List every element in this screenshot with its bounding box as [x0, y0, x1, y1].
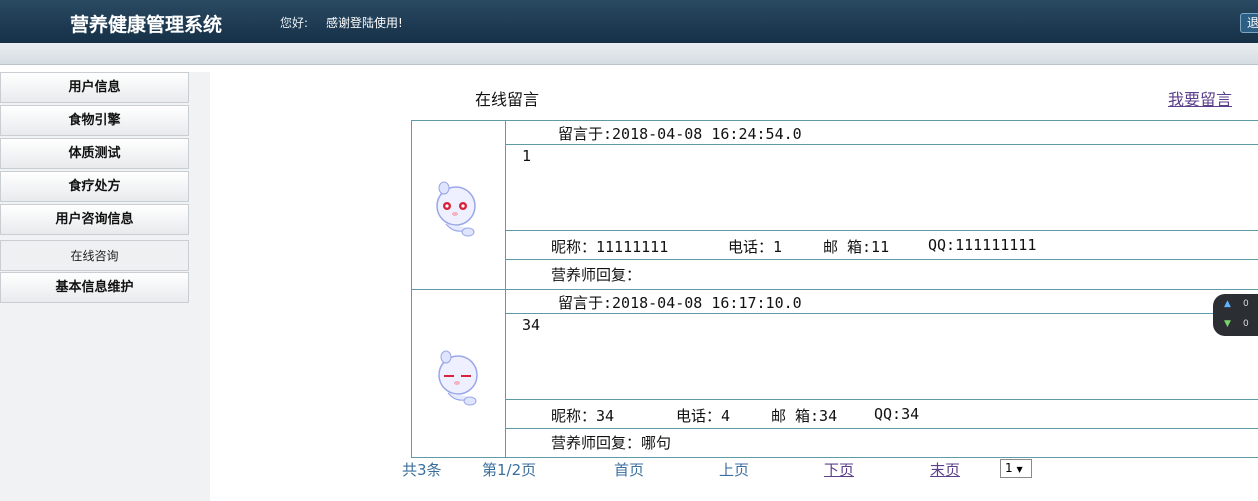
pager-total: 共3条 [402, 461, 442, 479]
message-phone: 电话：4 [676, 407, 731, 425]
sub-header-bar [0, 43, 1258, 65]
message-content: 34 [522, 316, 541, 334]
sidebar: 用户信息 食物引擎 体质测试 食疗处方 用户咨询信息 在线咨询 基本信息维护 [0, 72, 210, 501]
upload-speed: 0 [1243, 299, 1249, 309]
sidebar-item-user-info[interactable]: 用户信息 [0, 72, 189, 103]
message-phone: 电话：1 [728, 238, 783, 256]
message-qq: QQ:111111111 [928, 236, 1037, 254]
message-nickname: 昵称：34 [551, 407, 615, 425]
upload-arrow-icon: ▲ [1224, 299, 1231, 309]
sidebar-item-basic-info[interactable]: 基本信息维护 [0, 272, 189, 303]
download-speed: 0 [1243, 319, 1249, 329]
app-title: 营养健康管理系统 [70, 14, 223, 36]
message-card: 留言于:2018-04-08 16:24:54.0 1 昵称：11111111 … [411, 120, 1258, 290]
sidebar-item-constitution-test[interactable]: 体质测试 [0, 138, 189, 169]
message-card: 留言于:2018-04-08 16:17:10.0 34 昵称：34 电话：4 … [411, 289, 1258, 458]
sidebar-item-food-engine[interactable]: 食物引擎 [0, 105, 189, 136]
message-reply: 营养师回复：哪句 [551, 434, 672, 452]
sidebar-item-consultation-info[interactable]: 用户咨询信息 [0, 204, 189, 235]
leave-message-link[interactable]: 我要留言 [1168, 86, 1232, 110]
chevron-down-icon: ▼ [1016, 465, 1023, 474]
pager-page-indicator: 第1/2页 [482, 461, 537, 479]
sidebar-subitem-online-consult[interactable]: 在线咨询 [0, 240, 189, 271]
message-email: 邮 箱:11 [823, 238, 890, 256]
welcome-message: 感谢登陆使用! [326, 16, 403, 30]
pager-first-link[interactable]: 首页 [614, 459, 644, 480]
pager-next-link[interactable]: 下页 [824, 459, 854, 480]
greeting-label: 您好: [280, 16, 309, 30]
top-header: 营养健康管理系统 您好: 感谢登陆使用! 退 [0, 0, 1258, 43]
avatar-icon [438, 350, 478, 406]
network-speed-widget[interactable]: ▲ 0 ▼ 0 [1213, 294, 1258, 336]
message-timestamp: 留言于:2018-04-08 16:17:10.0 [558, 294, 802, 312]
pager-prev-link[interactable]: 上页 [719, 459, 749, 480]
pager-last-link[interactable]: 末页 [930, 459, 960, 480]
message-reply: 营养师回复： [551, 266, 642, 284]
message-email: 邮 箱:34 [771, 407, 838, 425]
message-qq: QQ:34 [874, 405, 920, 423]
logout-button[interactable]: 退 [1240, 13, 1258, 33]
avatar-cell [412, 290, 506, 457]
message-content: 1 [522, 147, 532, 165]
message-timestamp: 留言于:2018-04-08 16:24:54.0 [558, 125, 802, 143]
message-nickname: 昵称：11111111 [551, 238, 669, 256]
page-select-value: 1 [1005, 461, 1013, 475]
avatar-icon [436, 181, 476, 237]
page-select[interactable]: 1 ▼ [1000, 459, 1032, 478]
page-title: 在线留言 [475, 90, 540, 109]
avatar-cell [412, 121, 506, 289]
sidebar-item-diet-prescription[interactable]: 食疗处方 [0, 171, 189, 202]
download-arrow-icon: ▼ [1224, 319, 1231, 329]
